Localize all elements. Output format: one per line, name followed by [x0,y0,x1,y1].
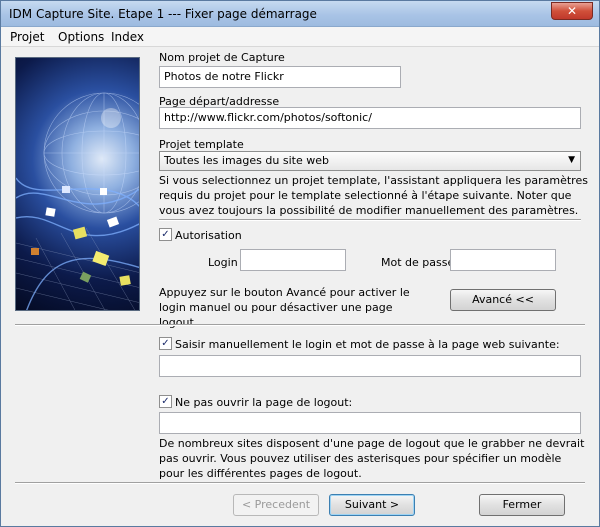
logout-checkbox[interactable]: ✓ [159,395,172,408]
separator [159,219,581,221]
manual-login-label: Saisir manuellement le login et mot de p… [175,338,560,351]
login-label: Login [208,256,238,269]
window-title: IDM Capture Site. Etape 1 --- Fixer page… [9,7,317,21]
next-button[interactable]: Suivant > [329,494,415,516]
project-name-label: Nom projet de Capture [159,51,285,64]
authorization-label: Autorisation [175,229,242,242]
wizard-body: Nom projet de Capture Photos de notre Fl… [1,47,599,527]
authorization-checkbox[interactable]: ✓ [159,228,172,241]
template-dropdown[interactable]: Toutes les images du site web ▼ [159,151,581,171]
menu-projet[interactable]: Projet [10,30,44,44]
chevron-down-icon: ▼ [568,155,575,165]
close-icon: ✕ [566,4,578,18]
logout-label: Ne pas ouvrir la page de logout: [175,396,353,409]
globe-network-illustration [16,92,139,310]
previous-button[interactable]: < Precedent [233,494,319,516]
password-label: Mot de passe [381,256,455,269]
separator [15,482,585,484]
menu-options[interactable]: Options [58,30,104,44]
title-bar[interactable]: IDM Capture Site. Etape 1 --- Fixer page… [1,1,599,27]
logout-description: De nombreux sites disposent d'une page d… [159,437,585,480]
close-button[interactable]: Fermer [479,494,565,516]
password-input[interactable] [450,249,556,271]
close-window-button[interactable]: ✕ [551,2,593,20]
capture-site-window: IDM Capture Site. Etape 1 --- Fixer page… [0,0,600,527]
manual-login-checkbox[interactable]: ✓ [159,337,172,350]
menu-bar: Projet Options Index [1,27,599,47]
menu-index[interactable]: Index [111,30,144,44]
advanced-button[interactable]: Avancé << [450,289,556,311]
template-description: Si vous selectionnez un projet template,… [159,174,588,217]
login-input[interactable] [240,249,346,271]
template-selected-value: Toutes les images du site web [164,154,329,167]
start-page-input[interactable]: http://www.flickr.com/photos/softonic/ [159,107,581,129]
wizard-side-image [15,57,140,311]
manual-login-input[interactable] [159,355,581,377]
separator [15,324,585,326]
template-label: Projet template [159,138,244,151]
logout-input[interactable] [159,412,581,434]
project-name-input[interactable]: Photos de notre Flickr [159,66,401,88]
